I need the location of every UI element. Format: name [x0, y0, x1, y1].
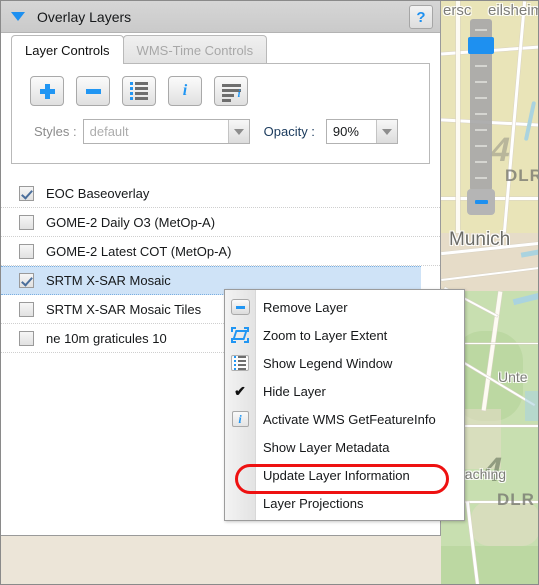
opacity-select-value: 90% — [332, 124, 359, 139]
menu-item-label: Update Layer Information — [263, 467, 410, 483]
map-zoom-out-button[interactable] — [467, 189, 495, 215]
menu-item-update-layer-information[interactable]: Update Layer Information — [225, 461, 464, 489]
layer-name: GOME-2 Latest COT (MetOp-A) — [46, 243, 232, 259]
layer-checkbox[interactable] — [19, 330, 34, 346]
minus-button-icon — [225, 299, 255, 315]
map-label-erschiessheim-2: eilsheim — [488, 2, 539, 19]
styles-label: Styles : — [34, 124, 77, 139]
map-label-munich: Munich — [449, 229, 511, 250]
layer-checkbox[interactable] — [19, 273, 34, 288]
styles-select[interactable]: default — [82, 119, 250, 144]
layer-name: ne 10m graticules 10 — [46, 330, 167, 346]
menu-item-label: Layer Projections — [263, 495, 364, 511]
opacity-select[interactable]: 90% — [325, 119, 398, 144]
add-layer-button[interactable] — [30, 76, 64, 106]
info-icon: i — [182, 82, 188, 99]
tab-layer-controls[interactable]: Layer Controls — [11, 35, 124, 64]
menu-item-zoom-to-layer-extent[interactable]: Zoom to Layer Extent — [225, 321, 464, 349]
zoom-extent-icon — [225, 327, 255, 343]
menu-item-label: Show Legend Window — [263, 355, 393, 371]
layer-toolbar: i i — [12, 64, 429, 106]
menu-item-activate-wms-getfeatureinfo[interactable]: i Activate WMS GetFeatureInfo — [225, 405, 464, 433]
opacity-select-arrow[interactable] — [375, 120, 397, 143]
dlr-logo-text: DLR — [505, 166, 538, 185]
show-legend-button[interactable] — [122, 76, 156, 106]
menu-item-hide-layer[interactable]: ✔ Hide Layer — [225, 377, 464, 405]
layer-context-menu: Remove Layer Zoom to Layer Extent Show L… — [224, 289, 465, 521]
layer-name: GOME-2 Daily O3 (MetOp-A) — [46, 214, 216, 230]
info-icon: i — [225, 411, 255, 427]
metadata-info-icon: i — [221, 83, 241, 102]
menu-item-remove-layer[interactable]: Remove Layer — [225, 293, 464, 321]
checkmark-icon: ✔ — [234, 383, 246, 399]
layer-info-button[interactable]: i — [168, 76, 202, 106]
layer-checkbox[interactable] — [19, 214, 34, 230]
list-item[interactable]: EOC Baseoverlay — [1, 179, 440, 208]
tab-bar: Layer Controls WMS-Time Controls — [1, 33, 440, 64]
layer-controls-box: i i Styles : default Opacity : 90% — [11, 63, 430, 164]
tab-wms-time-controls[interactable]: WMS-Time Controls — [122, 35, 268, 64]
menu-item-label: Activate WMS GetFeatureInfo — [263, 411, 436, 427]
legend-list-icon — [130, 82, 148, 100]
chevron-down-icon — [233, 128, 244, 135]
style-opacity-row: Styles : default Opacity : 90% — [12, 106, 429, 144]
layer-name: SRTM X-SAR Mosaic — [46, 273, 171, 288]
styles-select-value: default — [89, 124, 129, 139]
map-zoom-slider-handle[interactable] — [468, 37, 494, 54]
layer-checkbox[interactable] — [19, 243, 34, 259]
help-question-icon[interactable]: ? — [409, 5, 433, 29]
minus-icon — [474, 200, 488, 204]
map-label-erschiessheim-1: ersc — [443, 2, 472, 19]
dlr-logo-text-2: DLR — [497, 490, 535, 509]
layer-checkbox[interactable] — [19, 185, 34, 201]
app-root: 4 DLR 4 DLR ersc eilsheim Munich Unte ha… — [0, 0, 539, 585]
styles-select-arrow[interactable] — [227, 120, 249, 143]
layer-metadata-button[interactable]: i — [214, 76, 248, 106]
menu-item-show-legend-window[interactable]: Show Legend Window — [225, 349, 464, 377]
layer-name: SRTM X-SAR Mosaic Tiles — [46, 301, 202, 317]
menu-item-layer-projections[interactable]: Layer Projections — [225, 489, 464, 517]
menu-item-label: Zoom to Layer Extent — [263, 327, 388, 343]
menu-item-show-layer-metadata[interactable]: Show Layer Metadata — [225, 433, 464, 461]
menu-item-label: Hide Layer — [263, 383, 326, 399]
remove-layer-button[interactable] — [76, 76, 110, 106]
menu-item-label: Show Layer Metadata — [263, 439, 390, 455]
minus-icon — [85, 88, 101, 94]
list-item[interactable]: GOME-2 Daily O3 (MetOp-A) — [1, 208, 440, 237]
page-title: Overlay Layers — [37, 8, 132, 25]
panel-header: Overlay Layers ? — [1, 1, 440, 33]
map-label-unterhaching: Unte — [498, 369, 528, 385]
menu-item-label: Remove Layer — [263, 299, 348, 315]
layer-checkbox[interactable] — [19, 301, 34, 317]
list-item[interactable]: GOME-2 Latest COT (MetOp-A) — [1, 237, 440, 266]
chevron-down-icon — [381, 128, 392, 135]
legend-list-icon — [225, 355, 255, 371]
opacity-label: Opacity : — [263, 124, 315, 139]
plus-icon — [39, 83, 55, 99]
layer-name: EOC Baseoverlay — [46, 185, 150, 201]
triangle-down-icon[interactable] — [11, 12, 25, 21]
